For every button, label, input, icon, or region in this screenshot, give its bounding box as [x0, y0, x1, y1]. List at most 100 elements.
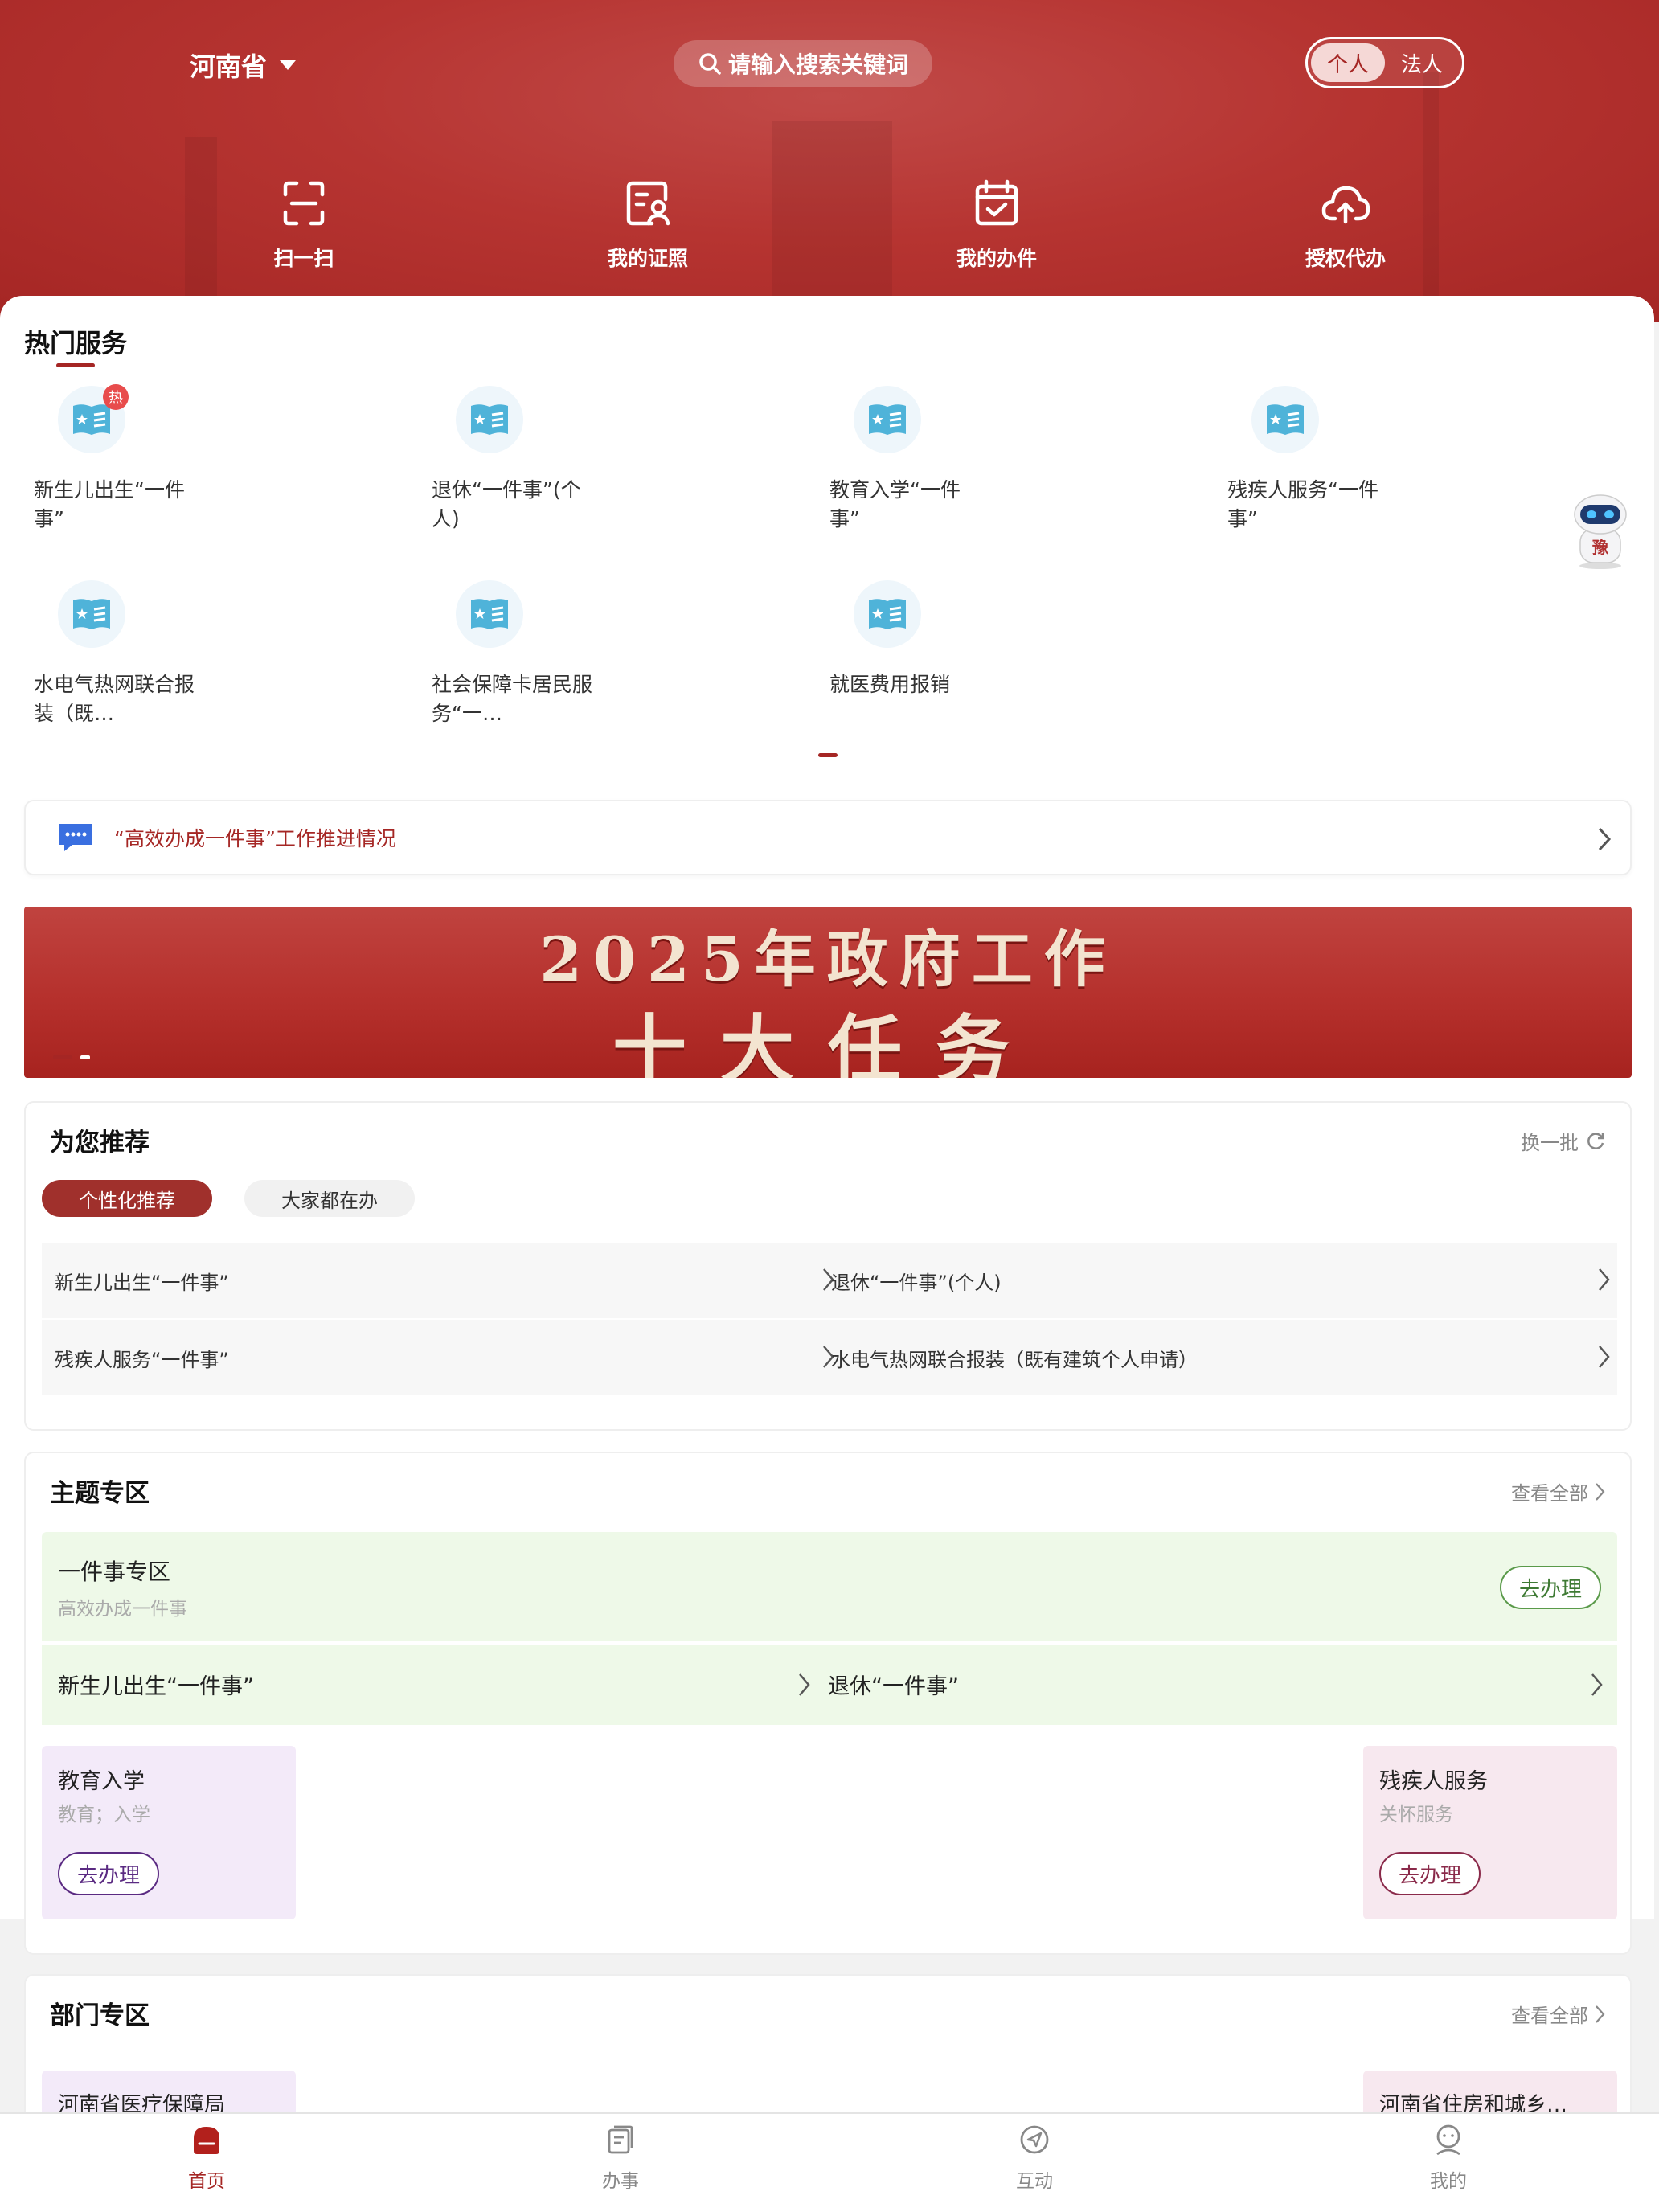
notice-text: “高效办成一件事”工作推进情况 [114, 827, 396, 850]
service-icon-bubble [58, 580, 125, 648]
quick-action-license[interactable]: 我的证照 [567, 175, 728, 272]
banner-indicator [80, 1055, 90, 1059]
featured-links-row: 新生儿出生“一件事” 退休“一件事” [42, 1645, 1617, 1725]
tab-label: 首页 [188, 2171, 225, 2192]
featured-theme-card[interactable]: 一件事专区 高效办成一件事 去办理 [42, 1532, 1617, 1641]
recommend-item[interactable]: 退休“一件事”(个人) [831, 1243, 1002, 1318]
chevron-right-icon [1596, 2005, 1605, 2023]
quick-action-authorize[interactable]: 授权代办 [1265, 175, 1426, 272]
theme-card-education[interactable]: 教育入学 教育；入学 去办理 [42, 1746, 296, 1919]
service-name: 水电气热网联合报装（既… [34, 673, 195, 725]
tab-tasks[interactable]: 办事 [572, 2122, 669, 2193]
service-item[interactable]: 残疾人服务“一件事” [1226, 386, 1435, 547]
view-all-label: 查看全部 [1511, 2005, 1588, 2027]
theme-panel: 主题专区 查看全部 一件事专区 高效办成一件事 去办理 新生儿出生“一件事” 退… [24, 1452, 1632, 1955]
chevron-right-icon [1599, 1346, 1610, 1368]
service-icon-bubble [854, 580, 921, 648]
recommend-item[interactable]: 新生儿出生“一件事” [55, 1243, 229, 1318]
tab-interact[interactable]: 互动 [986, 2122, 1083, 2193]
service-item[interactable]: 热 新生儿出生“一件事” [32, 384, 241, 547]
theme-title: 主题专区 [50, 1479, 150, 1508]
tab-label: 我的 [1430, 2171, 1467, 2192]
tab-label: 办事 [602, 2171, 639, 2192]
theme-card-subtitle: 教育；入学 [58, 1804, 150, 1825]
department-view-all[interactable]: 查看全部 [1511, 2000, 1606, 2028]
interact-icon [1020, 2125, 1049, 2154]
service-book-icon [73, 599, 110, 629]
recommend-row: 新生儿出生“一件事” 退休“一件事”(个人) [42, 1243, 1617, 1318]
search-placeholder: 请输入搜索关键词 [727, 51, 908, 78]
hot-badge: 热 [103, 384, 129, 410]
featured-link[interactable]: 新生儿出生“一件事” [58, 1669, 254, 1700]
theme-view-all[interactable]: 查看全部 [1511, 1477, 1606, 1505]
notice-bar[interactable]: “高效办成一件事”工作推进情况 [24, 800, 1632, 875]
theme-card-name: 残疾人服务 [1379, 1769, 1488, 1794]
go-handle-button[interactable]: 去办理 [58, 1852, 160, 1895]
service-icon-bubble [854, 386, 921, 453]
featured-theme-name: 一件事专区 [58, 1559, 171, 1585]
service-icon-bubble [456, 386, 523, 453]
banner-indicator-active [53, 1055, 72, 1059]
theme-card-disability[interactable]: 残疾人服务 关怀服务 去办理 [1363, 1746, 1617, 1919]
home-icon [194, 2127, 219, 2154]
department-title: 部门专区 [50, 2001, 150, 2030]
quick-action-scan[interactable]: 扫一扫 [223, 175, 384, 272]
service-name: 教育入学“一件事” [830, 478, 961, 530]
promo-banner[interactable]: 2025年政府工作 十大任务 [24, 907, 1632, 1078]
background-pagoda-center [772, 121, 892, 322]
service-icon-bubble [1251, 386, 1319, 453]
scan-icon [283, 181, 325, 226]
service-book-icon [1267, 404, 1304, 435]
recommend-item[interactable]: 残疾人服务“一件事” [55, 1320, 229, 1395]
service-icon-bubble [456, 580, 523, 648]
robot-assistant[interactable]: 豫 [1566, 490, 1635, 571]
quick-action-label: 我的证照 [607, 247, 688, 270]
search-bar[interactable]: 请输入搜索关键词 [674, 40, 932, 87]
background-pagoda-left [185, 137, 217, 322]
hot-services-title: 热门服务 [24, 328, 128, 358]
recommend-item[interactable]: 水电气热网联合报装（既有建筑个人申请） [831, 1320, 1198, 1395]
service-item[interactable]: 教育入学“一件事” [828, 386, 1037, 547]
service-item[interactable]: 社会保障卡居民服务“一… [430, 580, 639, 741]
bottom-tab-bar: 首页 办事 互动 我的 [0, 2112, 1659, 2212]
featured-link[interactable]: 退休“一件事” [828, 1669, 959, 1700]
banner-line2: 十大任务 [612, 1006, 1043, 1078]
service-item[interactable]: 退休“一件事”(个人) [430, 386, 639, 547]
view-all-label: 查看全部 [1511, 1482, 1588, 1505]
tab-profile[interactable]: 我的 [1400, 2122, 1497, 2193]
featured-theme-subtitle: 高效办成一件事 [58, 1599, 187, 1620]
tab-popular[interactable]: 大家都在办 [244, 1180, 415, 1217]
service-book-icon [471, 404, 508, 435]
service-name: 新生儿出生“一件事” [34, 478, 185, 530]
quick-action-label: 扫一扫 [273, 247, 334, 270]
banner-line1: 2025年政府工作 [539, 924, 1116, 995]
search-icon [699, 53, 721, 75]
identity-toggle[interactable]: 个人 法人 [1305, 37, 1464, 88]
caret-down-icon [280, 60, 297, 70]
header-banner: 河南省 请输入搜索关键词 个人 法人 扫一扫 我的证照 我的办件 授权代办 [0, 0, 1659, 322]
chevron-right-icon [1596, 1482, 1605, 1501]
chevron-right-icon [799, 1673, 810, 1696]
province-label: 河南省 [190, 51, 268, 82]
tab-home[interactable]: 首页 [158, 2122, 255, 2193]
toggle-personal[interactable]: 个人 [1311, 43, 1385, 82]
quick-action-label: 我的办件 [956, 247, 1037, 270]
license-icon [626, 181, 670, 226]
tasks-icon [608, 2125, 633, 2154]
service-item[interactable]: 就医费用报销 [828, 580, 1037, 741]
service-book-icon [73, 404, 110, 435]
go-handle-button[interactable]: 去办理 [1379, 1852, 1481, 1895]
toggle-legal[interactable]: 法人 [1385, 43, 1459, 82]
chevron-right-icon [1599, 1268, 1610, 1291]
tab-personalized[interactable]: 个性化推荐 [42, 1180, 212, 1217]
robot-icon: 豫 [1574, 494, 1627, 569]
service-item[interactable]: 水电气热网联合报装（既… [32, 580, 241, 741]
go-handle-button[interactable]: 去办理 [1499, 1566, 1601, 1609]
tab-label: 互动 [1016, 2171, 1053, 2192]
recommend-panel: 为您推荐 换一批 个性化推荐 大家都在办 新生儿出生“一件事” 退休“一件事”(… [24, 1101, 1632, 1431]
title-underline [56, 363, 95, 367]
province-selector[interactable]: 河南省 [190, 47, 297, 84]
quick-action-my-cases[interactable]: 我的办件 [916, 175, 1077, 272]
refresh-button[interactable]: 换一批 [1521, 1127, 1606, 1155]
recommend-row: 残疾人服务“一件事” 水电气热网联合报装（既有建筑个人申请） [42, 1320, 1617, 1395]
